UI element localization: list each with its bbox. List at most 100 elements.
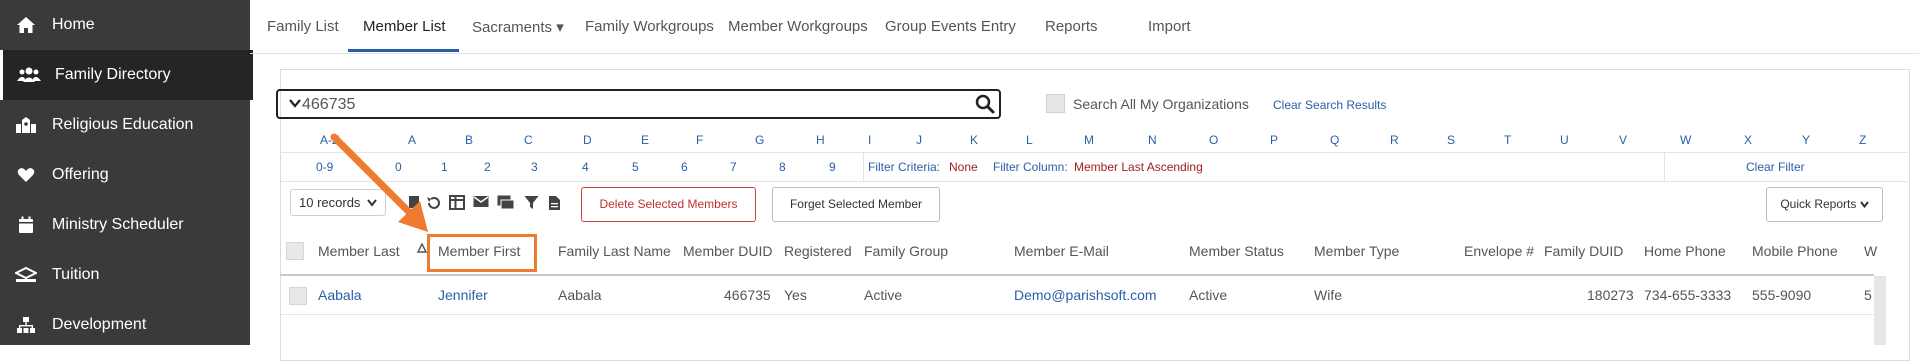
forget-selected-member-button[interactable]: Forget Selected Member	[772, 187, 940, 222]
select-all-checkbox[interactable]	[286, 242, 304, 260]
alpha-filter-d[interactable]: D	[583, 133, 592, 147]
column-header-mobile-phone[interactable]: Mobile Phone	[1752, 243, 1838, 259]
divider	[280, 314, 1874, 315]
alpha-filter-u[interactable]: U	[1560, 133, 1569, 147]
member-first-link[interactable]: Jennifer	[438, 287, 488, 303]
tab-member-list[interactable]: Member List	[363, 18, 446, 35]
alpha-filter-i[interactable]: I	[868, 133, 871, 147]
quick-reports-button[interactable]: Quick Reports	[1766, 187, 1883, 222]
alpha-filter-e[interactable]: E	[641, 133, 649, 147]
filter-icon[interactable]	[524, 195, 539, 213]
num-filter-8[interactable]: 8	[779, 160, 786, 174]
column-header-work-phone[interactable]: W	[1864, 243, 1877, 259]
num-filter-1[interactable]: 1	[441, 160, 448, 174]
chevron-down-icon[interactable]	[289, 97, 301, 111]
alpha-filter-m[interactable]: M	[1084, 133, 1094, 147]
column-header-member-last[interactable]: Member Last	[318, 243, 400, 259]
sidebar-item-home[interactable]: Home	[0, 0, 250, 50]
export-icon[interactable]	[408, 195, 420, 212]
search-input[interactable]	[276, 89, 1001, 119]
alpha-filter-o[interactable]: O	[1209, 133, 1218, 147]
tab-member-workgroups[interactable]: Member Workgroups	[728, 18, 868, 35]
num-filter-0[interactable]: 0	[395, 160, 402, 174]
filter-criteria-label: Filter Criteria:	[868, 160, 941, 174]
num-filter-2[interactable]: 2	[484, 160, 491, 174]
alpha-filter-a[interactable]: A	[408, 133, 416, 147]
sidebar-item-offering[interactable]: Offering	[0, 150, 250, 200]
alpha-filter-k[interactable]: K	[970, 133, 978, 147]
clear-search-link[interactable]: Clear Search Results	[1273, 98, 1386, 112]
alpha-filter-b[interactable]: B	[465, 133, 473, 147]
sidebar-item-family-directory[interactable]: Family Directory	[0, 50, 253, 100]
column-header-member-status[interactable]: Member Status	[1189, 243, 1284, 259]
alpha-filter-x[interactable]: X	[1744, 133, 1752, 147]
sidebar-item-religious-education[interactable]: Religious Education	[0, 100, 250, 150]
sort-ascending-icon[interactable]	[416, 241, 428, 256]
email-icon[interactable]	[473, 195, 489, 211]
row-checkbox[interactable]	[289, 287, 307, 305]
alpha-filter-r[interactable]: R	[1390, 133, 1399, 147]
column-header-member-email[interactable]: Member E-Mail	[1014, 243, 1109, 259]
tab-family-workgroups[interactable]: Family Workgroups	[585, 18, 714, 35]
search-icon[interactable]	[975, 94, 995, 117]
column-header-envelope[interactable]: Envelope #	[1464, 243, 1534, 259]
sidebar-item-development[interactable]: Development	[0, 300, 250, 350]
alpha-filter-t[interactable]: T	[1504, 133, 1511, 147]
num-filter-5[interactable]: 5	[632, 160, 639, 174]
num-filter-all[interactable]: 0-9	[316, 160, 333, 174]
column-header-home-phone[interactable]: Home Phone	[1644, 243, 1726, 259]
delete-selected-members-button[interactable]: Delete Selected Members	[581, 187, 756, 222]
records-per-page-select[interactable]: 10 records	[290, 189, 386, 216]
sidebar-item-label: Tuition	[52, 266, 100, 283]
clear-filter-link[interactable]: Clear Filter	[1746, 160, 1805, 174]
email-link[interactable]: Demo@parishsoft.com	[1014, 287, 1157, 303]
alpha-filter-z[interactable]: Z	[1859, 133, 1866, 147]
sidebar-item-tuition[interactable]: Tuition	[0, 250, 250, 300]
num-filter-6[interactable]: 6	[681, 160, 688, 174]
alpha-filter-n[interactable]: N	[1148, 133, 1157, 147]
tab-reports[interactable]: Reports	[1045, 18, 1098, 35]
alpha-filter-l[interactable]: L	[1026, 133, 1033, 147]
num-filter-3[interactable]: 3	[531, 160, 538, 174]
column-header-family-group[interactable]: Family Group	[864, 243, 948, 259]
sidebar-item-label: Ministry Scheduler	[52, 216, 184, 233]
top-nav: Family List Member List Sacraments ▾ Fam…	[250, 0, 1919, 54]
tab-sacraments[interactable]: Sacraments ▾	[472, 18, 564, 36]
mail-merge-icon[interactable]	[497, 195, 515, 213]
member-duid-cell: 466735	[724, 287, 771, 303]
family-group-cell: Active	[864, 287, 903, 303]
column-header-member-type[interactable]: Member Type	[1314, 243, 1399, 259]
alpha-filter-y[interactable]: Y	[1802, 133, 1810, 147]
alpha-filter-h[interactable]: H	[816, 133, 825, 147]
alpha-filter-p[interactable]: P	[1270, 133, 1278, 147]
num-filter-7[interactable]: 7	[730, 160, 737, 174]
refresh-icon[interactable]	[426, 195, 442, 214]
num-filter-9[interactable]: 9	[829, 160, 836, 174]
search-all-orgs-label: Search All My Organizations	[1073, 96, 1249, 112]
search-value[interactable]: 466735	[302, 96, 355, 114]
column-header-registered[interactable]: Registered	[784, 243, 852, 259]
member-last-link[interactable]: Aabala	[318, 287, 362, 303]
document-icon[interactable]	[548, 195, 561, 214]
alpha-filter-all[interactable]: A-Z	[320, 133, 339, 147]
alpha-filter-c[interactable]: C	[524, 133, 533, 147]
alpha-filter-w[interactable]: W	[1680, 133, 1691, 147]
column-header-family-last-name[interactable]: Family Last Name	[558, 243, 671, 259]
alpha-filter-q[interactable]: Q	[1330, 133, 1339, 147]
num-filter-4[interactable]: 4	[582, 160, 589, 174]
search-all-orgs-checkbox[interactable]	[1046, 94, 1065, 113]
tab-group-events-entry[interactable]: Group Events Entry	[885, 18, 1016, 35]
columns-icon[interactable]	[449, 195, 465, 213]
tab-family-list[interactable]: Family List	[267, 18, 339, 35]
tab-import[interactable]: Import	[1148, 18, 1191, 35]
sidebar-item-ministry-scheduler[interactable]: Ministry Scheduler	[0, 200, 250, 250]
column-header-member-duid[interactable]: Member DUID	[683, 243, 772, 259]
alpha-filter-g[interactable]: G	[755, 133, 764, 147]
alpha-filter-j[interactable]: J	[916, 133, 922, 147]
registered-cell: Yes	[784, 287, 807, 303]
vertical-scrollbar[interactable]	[1874, 276, 1886, 345]
alpha-filter-v[interactable]: V	[1619, 133, 1627, 147]
alpha-filter-s[interactable]: S	[1447, 133, 1455, 147]
column-header-family-duid[interactable]: Family DUID	[1544, 243, 1623, 259]
alpha-filter-f[interactable]: F	[696, 133, 703, 147]
